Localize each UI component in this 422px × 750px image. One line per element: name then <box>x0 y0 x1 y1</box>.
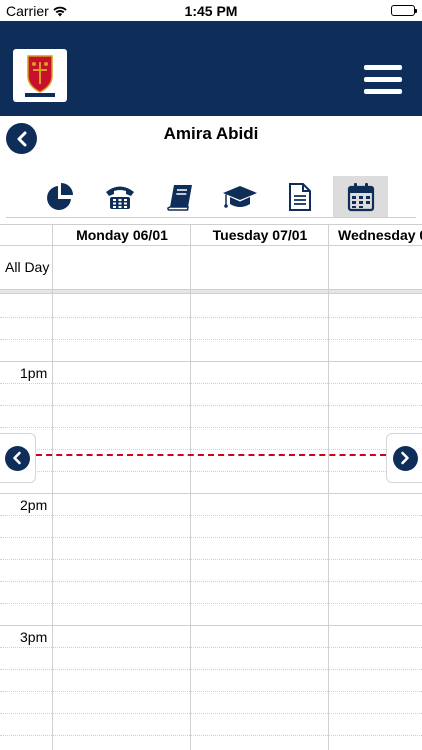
day-header-monday[interactable]: Monday 06/01 <box>53 225 191 246</box>
column-divider <box>52 224 53 750</box>
grid-line <box>0 405 422 406</box>
grid-line <box>0 625 422 626</box>
tab-contact[interactable] <box>92 176 147 217</box>
column-divider <box>190 224 191 750</box>
grid-line <box>0 427 422 428</box>
grid-line <box>0 647 422 648</box>
day-header-wednesday[interactable]: Wednesday 08/01 <box>338 225 422 246</box>
grid-line <box>0 691 422 692</box>
chevron-left-icon <box>13 451 21 465</box>
all-day-separator <box>0 290 422 294</box>
section-tabs <box>32 176 388 217</box>
grid-line <box>0 581 422 582</box>
calendar-icon <box>347 182 374 211</box>
time-grid[interactable]: 1pm 2pm 3pm <box>0 295 422 750</box>
grid-line <box>0 735 422 736</box>
status-bar: Carrier 1:45 PM <box>0 0 422 21</box>
phone-icon <box>105 186 134 209</box>
grid-line <box>0 361 422 362</box>
day-header-tuesday[interactable]: Tuesday 07/01 <box>191 225 329 246</box>
day-header-row: Monday 06/01 Tuesday 07/01 Wednesday 08/… <box>0 224 422 246</box>
all-day-label: All Day <box>5 259 50 275</box>
tab-subjects[interactable] <box>152 176 207 217</box>
tab-reports[interactable] <box>272 176 327 217</box>
page-title: Amira Abidi <box>163 124 259 143</box>
tab-timetable[interactable] <box>333 176 388 217</box>
tab-overview[interactable] <box>32 176 87 217</box>
time-label-3pm: 3pm <box>20 629 48 645</box>
previous-week-button[interactable] <box>0 433 36 483</box>
book-icon <box>166 184 192 211</box>
grid-line <box>0 493 422 494</box>
column-divider <box>328 224 329 750</box>
week-calendar: Monday 06/01 Tuesday 07/01 Wednesday 08/… <box>0 224 422 750</box>
current-time-indicator <box>36 454 386 456</box>
next-week-button[interactable] <box>386 433 422 483</box>
time-label-1pm: 1pm <box>20 365 48 381</box>
grid-line <box>0 317 422 318</box>
grid-line <box>0 515 422 516</box>
grid-line <box>0 383 422 384</box>
all-day-row[interactable]: All Day <box>0 246 422 290</box>
tab-academic[interactable] <box>212 176 267 217</box>
grid-line <box>0 603 422 604</box>
grid-line <box>0 669 422 670</box>
grid-line <box>0 449 422 450</box>
document-icon <box>288 182 311 211</box>
clock: 1:45 PM <box>184 3 238 19</box>
grid-line <box>0 713 422 714</box>
grid-line <box>0 559 422 560</box>
graduation-cap-icon <box>222 185 257 208</box>
chevron-right-icon <box>401 451 409 465</box>
time-label-2pm: 2pm <box>20 497 48 513</box>
battery-icon <box>391 5 417 16</box>
college-logo[interactable] <box>13 49 67 102</box>
grid-line <box>0 339 422 340</box>
grid-line <box>0 537 422 538</box>
pie-chart-icon <box>46 182 73 210</box>
tabs-divider <box>6 217 416 218</box>
hamburger-menu-icon[interactable] <box>364 65 402 95</box>
app-header <box>0 21 422 116</box>
grid-line <box>0 471 422 472</box>
